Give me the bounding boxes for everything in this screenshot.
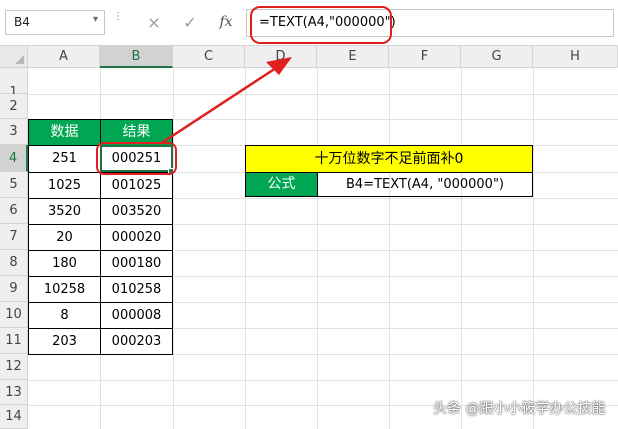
annotation-arrow xyxy=(159,57,292,146)
arrow-line xyxy=(159,66,277,146)
watermark: 头条 @跟小小筱学办公技能 xyxy=(433,401,606,417)
